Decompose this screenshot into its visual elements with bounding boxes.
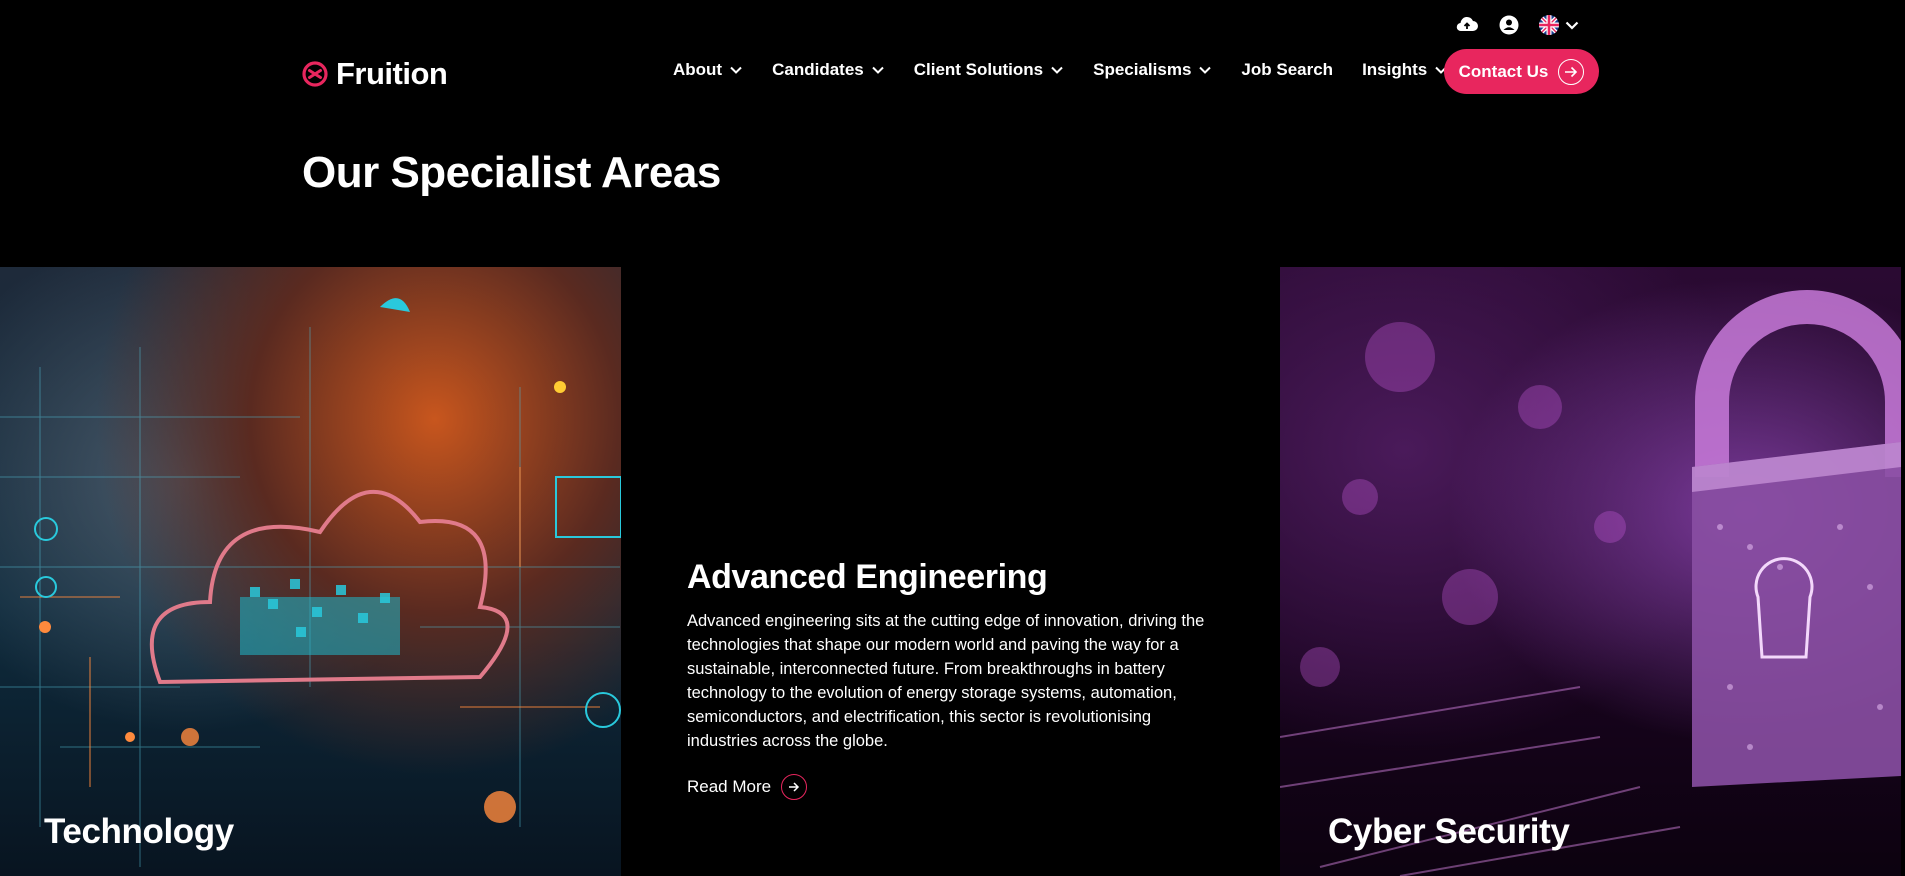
brand-name: Fruition [336,56,448,91]
nav-item-client-solutions[interactable]: Client Solutions [914,60,1063,80]
read-more-link[interactable]: Read More [687,774,808,800]
chevron-down-icon [1565,21,1579,30]
advanced-engineering-block: Advanced Engineering Advanced engineerin… [687,558,1232,753]
nav-item-label: Candidates [772,60,864,79]
chevron-down-icon [1051,66,1063,74]
nav-item-label: Insights [1362,60,1428,79]
contact-us-button[interactable]: Contact Us [1444,49,1599,94]
nav-item-job-search[interactable]: Job Search [1241,60,1333,80]
nav-item-label: Job Search [1241,60,1334,79]
tile-technology[interactable]: Technology [0,267,621,876]
uk-flag-icon [1539,15,1559,35]
section-heading: Advanced Engineering [687,558,1048,596]
user-account-icon [1499,15,1519,35]
cyber-security-illustration [1280,290,1901,876]
tile-label: Technology [44,812,234,851]
language-selector[interactable] [1539,15,1579,35]
chevron-down-icon [872,66,884,74]
nav-item-specialisms[interactable]: Specialisms [1093,60,1212,80]
nav-item-candidates[interactable]: Candidates [772,60,884,80]
nav-item-about[interactable]: About [673,60,742,80]
utility-bar [1455,12,1579,38]
nav-item-label: Client Solutions [913,60,1044,79]
main-navigation: About Candidates Client Solutions Specia… [673,60,1477,80]
nav-item-label: Specialisms [1093,60,1192,79]
arrow-right-icon [1558,58,1585,85]
nav-item-insights[interactable]: Insights [1362,60,1447,80]
technology-illustration [0,298,621,867]
read-more-label: Read More [687,777,772,796]
chevron-down-icon [1199,66,1212,74]
tile-cyber-security[interactable]: Cyber Security [1280,267,1901,876]
fruition-logo-icon [302,61,328,87]
nav-item-label: About [673,60,723,79]
arrow-right-icon [781,774,808,800]
tile-label: Cyber Security [1328,812,1570,851]
section-description: Advanced engineering sits at the cutting… [687,612,1205,750]
account-button[interactable] [1499,15,1519,35]
upload-cv-button[interactable] [1455,15,1479,35]
contact-us-label: Contact Us [1458,61,1549,81]
upload-cloud-icon [1456,16,1478,32]
brand-logo[interactable]: Fruition [302,56,448,92]
page-title: Our Specialist Areas [302,148,721,197]
chevron-down-icon [730,66,742,74]
